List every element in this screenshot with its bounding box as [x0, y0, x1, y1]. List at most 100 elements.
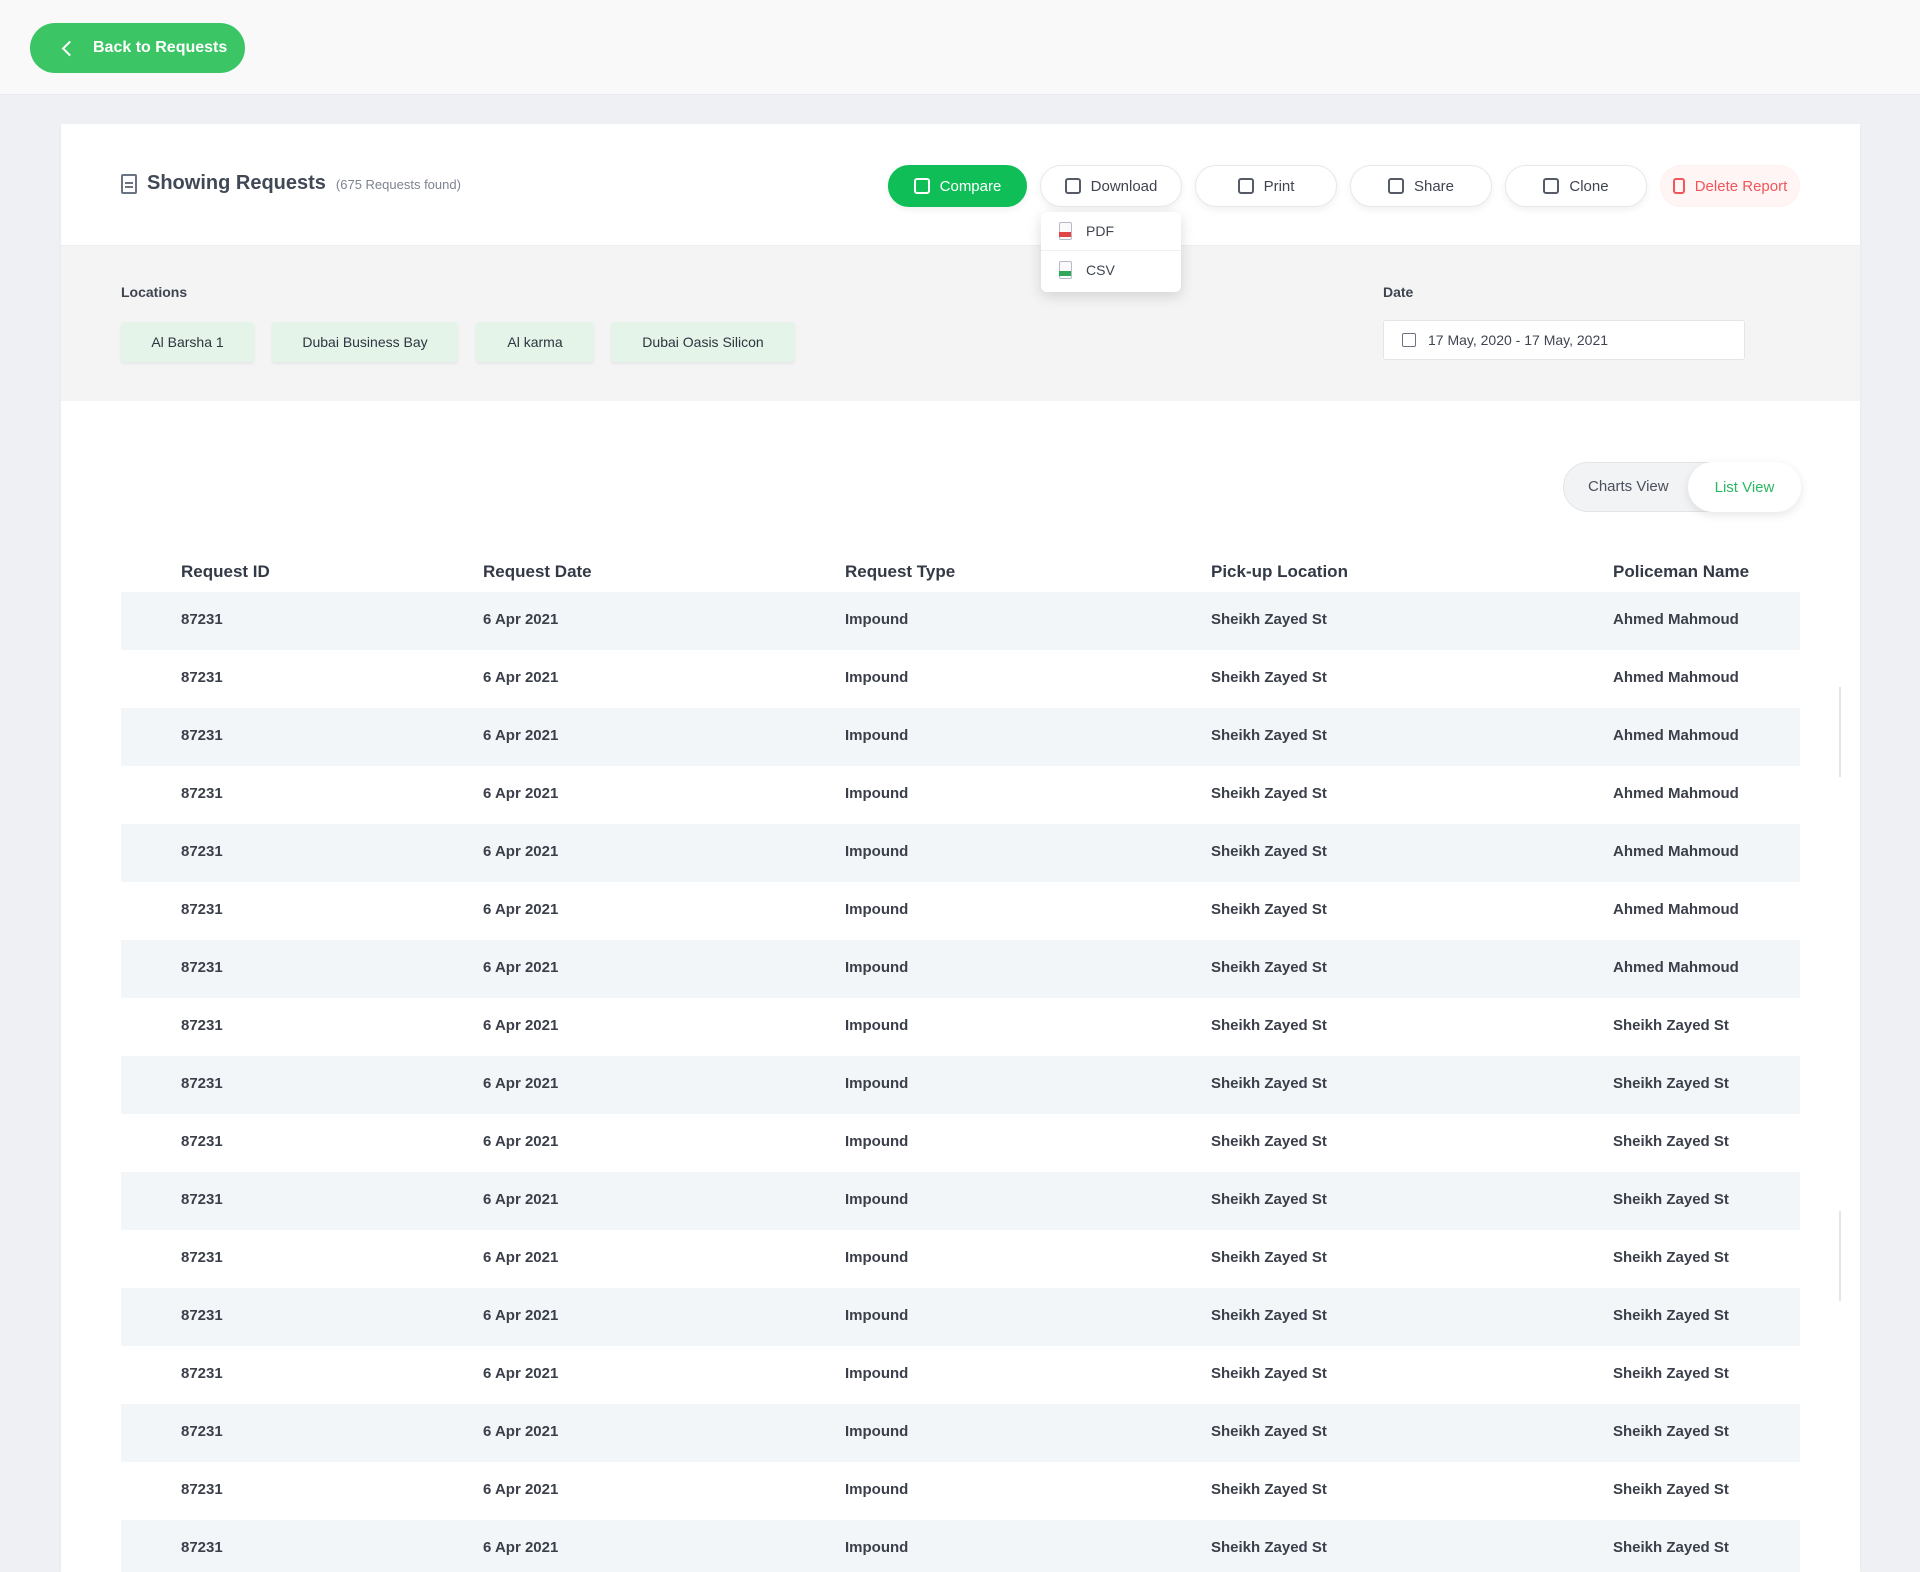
pdf-file-icon [1059, 222, 1072, 240]
table-row[interactable]: 87231 6 Apr 2021 Impound Sheikh Zayed St She… [121, 998, 1800, 1056]
table-cell: Impound [845, 959, 909, 976]
date-range-picker[interactable]: 17 May, 2020 - 17 May, 2021 [1383, 320, 1745, 360]
table-cell: 6 Apr 2021 [483, 611, 559, 628]
table-cell: Impound [845, 611, 909, 628]
table-cell: Sheikh Zayed St [1211, 1365, 1327, 1382]
table-cell: 87231 [181, 1423, 223, 1440]
table-cell: 87231 [181, 1075, 223, 1092]
table-row[interactable]: 87231 6 Apr 2021 Impound Sheikh Zayed St Ahm… [121, 882, 1800, 940]
download-icon [1064, 178, 1081, 194]
column-header[interactable]: Request Type [845, 562, 955, 582]
csv-file-icon [1059, 260, 1072, 279]
table-cell: Impound [845, 1133, 909, 1150]
share-button[interactable]: Share [1350, 165, 1492, 207]
column-header[interactable]: Request ID [181, 562, 270, 582]
table-cell: Ahmed Mahmoud [1613, 611, 1739, 628]
table-cell: 6 Apr 2021 [483, 1307, 559, 1324]
table-cell: Impound [845, 1423, 909, 1440]
table-cell: 6 Apr 2021 [483, 1075, 559, 1092]
table-cell: 87231 [181, 1539, 223, 1556]
clone-button[interactable]: Clone [1505, 165, 1647, 207]
table-row[interactable]: 87231 6 Apr 2021 Impound Sheikh Zayed St Ahm… [121, 824, 1800, 882]
table-cell: Impound [845, 1075, 909, 1092]
table-cell: Sheikh Zayed St [1211, 669, 1327, 686]
table-cell: Sheikh Zayed St [1211, 1307, 1327, 1324]
table-cell: 87231 [181, 959, 223, 976]
print-button[interactable]: Print [1195, 165, 1337, 207]
table-cell: 6 Apr 2021 [483, 1365, 559, 1382]
table-body: 87231 6 Apr 2021 Impound Sheikh Zayed St Ahm… [121, 592, 1800, 1572]
table-row[interactable]: 87231 6 Apr 2021 Impound Sheikh Zayed St Ahm… [121, 708, 1800, 766]
table-cell: 6 Apr 2021 [483, 1539, 559, 1556]
table-cell: Sheikh Zayed St [1211, 1133, 1327, 1150]
print-label: Print [1263, 177, 1295, 195]
table-row[interactable]: 87231 6 Apr 2021 Impound Sheikh Zayed St She… [121, 1404, 1800, 1462]
date-range-value: 17 May, 2020 - 17 May, 2021 [1428, 332, 1609, 348]
column-header[interactable]: Request Date [483, 562, 592, 582]
table-cell: Sheikh Zayed St [1613, 1191, 1729, 1208]
delete-report-button[interactable]: Delete Report [1660, 165, 1800, 207]
table-cell: Ahmed Mahmoud [1613, 727, 1739, 744]
table-cell: Sheikh Zayed St [1211, 611, 1327, 628]
request-count: (675 Requests found) [335, 177, 461, 192]
table-cell: Impound [845, 1307, 909, 1324]
charts-view-tab[interactable]: Charts View [1588, 478, 1669, 495]
table-cell: 6 Apr 2021 [483, 785, 559, 802]
table-row[interactable]: 87231 6 Apr 2021 Impound Sheikh Zayed St She… [121, 1114, 1800, 1172]
table-cell: Impound [845, 1017, 909, 1034]
column-header[interactable]: Pick-up Location [1211, 562, 1348, 582]
compare-label: Compare [939, 177, 1002, 195]
table-cell: Impound [845, 1365, 909, 1382]
table-cell: 6 Apr 2021 [483, 1481, 559, 1498]
back-to-requests-button[interactable]: Back to Requests [30, 23, 245, 73]
table-row[interactable]: 87231 6 Apr 2021 Impound Sheikh Zayed St Ahm… [121, 650, 1800, 708]
requests-table: Request ID Request Date Request Type Pic… [121, 552, 1800, 1572]
table-cell: Impound [845, 1539, 909, 1556]
chevron-left-icon [61, 40, 78, 56]
table-row[interactable]: 87231 6 Apr 2021 Impound Sheikh Zayed St She… [121, 1230, 1800, 1288]
table-cell: 87231 [181, 901, 223, 918]
download-button[interactable]: Download [1040, 165, 1182, 207]
list-view-tab[interactable]: List View [1688, 462, 1801, 512]
pdf-label: PDF [1086, 223, 1114, 239]
table-cell: Sheikh Zayed St [1211, 901, 1327, 918]
top-bar: Back to Requests [0, 0, 1920, 95]
printer-icon [1237, 178, 1254, 194]
compare-icon [913, 178, 930, 194]
table-row[interactable]: 87231 6 Apr 2021 Impound Sheikh Zayed St She… [121, 1520, 1800, 1572]
location-chip[interactable]: Dubai Business Bay [272, 322, 458, 362]
table-cell: Ahmed Mahmoud [1613, 785, 1739, 802]
table-row[interactable]: 87231 6 Apr 2021 Impound Sheikh Zayed St She… [121, 1056, 1800, 1114]
table-row[interactable]: 87231 6 Apr 2021 Impound Sheikh Zayed St She… [121, 1288, 1800, 1346]
table-cell: Sheikh Zayed St [1211, 1481, 1327, 1498]
table-cell: Sheikh Zayed St [1613, 1133, 1729, 1150]
scrollbar-track[interactable] [1839, 687, 1841, 777]
table-header: Request ID Request Date Request Type Pic… [121, 552, 1800, 592]
table-cell: Ahmed Mahmoud [1613, 901, 1739, 918]
location-chip[interactable]: Al karma [476, 322, 594, 362]
table-cell: 6 Apr 2021 [483, 843, 559, 860]
table-cell: 6 Apr 2021 [483, 959, 559, 976]
table-cell: Ahmed Mahmoud [1613, 843, 1739, 860]
table-cell: 87231 [181, 669, 223, 686]
table-cell: Impound [845, 1191, 909, 1208]
column-header[interactable]: Policeman Name [1613, 562, 1749, 582]
table-row[interactable]: 87231 6 Apr 2021 Impound Sheikh Zayed St She… [121, 1346, 1800, 1404]
trash-icon [1672, 178, 1685, 194]
download-pdf-option[interactable]: PDF [1041, 212, 1181, 250]
table-row[interactable]: 87231 6 Apr 2021 Impound Sheikh Zayed St She… [121, 1172, 1800, 1230]
compare-button[interactable]: Compare [888, 165, 1027, 207]
table-cell: 87231 [181, 843, 223, 860]
table-row[interactable]: 87231 6 Apr 2021 Impound Sheikh Zayed St She… [121, 1462, 1800, 1520]
table-cell: Sheikh Zayed St [1211, 1539, 1327, 1556]
location-chip[interactable]: Dubai Oasis Silicon [611, 322, 795, 362]
table-cell: 6 Apr 2021 [483, 1017, 559, 1034]
table-cell: Sheikh Zayed St [1613, 1017, 1729, 1034]
date-label: Date [1383, 284, 1414, 300]
location-chip[interactable]: Al Barsha 1 [121, 322, 254, 362]
table-row[interactable]: 87231 6 Apr 2021 Impound Sheikh Zayed St Ahm… [121, 940, 1800, 998]
scrollbar-track[interactable] [1839, 1211, 1841, 1301]
table-row[interactable]: 87231 6 Apr 2021 Impound Sheikh Zayed St Ahm… [121, 766, 1800, 824]
download-csv-option[interactable]: CSV [1041, 250, 1181, 288]
table-row[interactable]: 87231 6 Apr 2021 Impound Sheikh Zayed St Ahm… [121, 592, 1800, 650]
